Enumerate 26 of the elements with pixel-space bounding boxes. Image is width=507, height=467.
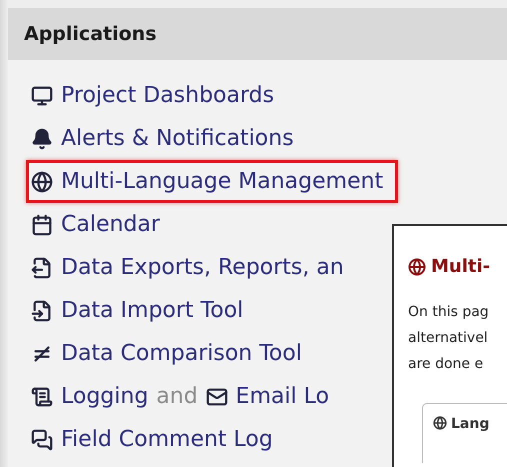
globe-icon bbox=[433, 416, 447, 430]
tab[interactable]: Lang bbox=[422, 403, 507, 463]
menu-link[interactable]: Project Dashboards bbox=[61, 83, 274, 108]
menu-link[interactable]: Data Import Tool bbox=[61, 298, 244, 323]
calendar-icon bbox=[31, 214, 53, 236]
panel-title: Applications bbox=[24, 23, 156, 45]
menu-link[interactable]: Alerts & Notifications bbox=[61, 126, 294, 151]
speech-bubbles-icon bbox=[31, 428, 53, 450]
connector-text: and bbox=[156, 384, 198, 409]
scroll-icon bbox=[31, 386, 53, 408]
menu-link[interactable]: Data Comparison Tool bbox=[61, 341, 302, 366]
file-export-icon bbox=[31, 256, 53, 278]
dialog-title: Multi- bbox=[431, 256, 490, 277]
bell-icon bbox=[31, 128, 53, 150]
file-import-icon bbox=[31, 300, 53, 322]
globe-icon bbox=[31, 170, 53, 192]
menu-link[interactable]: Data Exports, Reports, an bbox=[61, 255, 344, 280]
menu-link[interactable]: Multi-Language Management bbox=[61, 169, 384, 194]
menu-link[interactable]: Field Comment Log bbox=[61, 427, 273, 452]
menu-link[interactable]: Calendar bbox=[61, 212, 160, 237]
globe-icon bbox=[408, 258, 426, 276]
menu-link[interactable]: Logging bbox=[61, 384, 148, 409]
menu-link[interactable]: Email Lo bbox=[236, 384, 330, 409]
monitor-icon bbox=[31, 84, 53, 106]
dialog-text: On this pag alternativel are done e bbox=[408, 303, 490, 374]
envelope-icon bbox=[206, 386, 228, 408]
